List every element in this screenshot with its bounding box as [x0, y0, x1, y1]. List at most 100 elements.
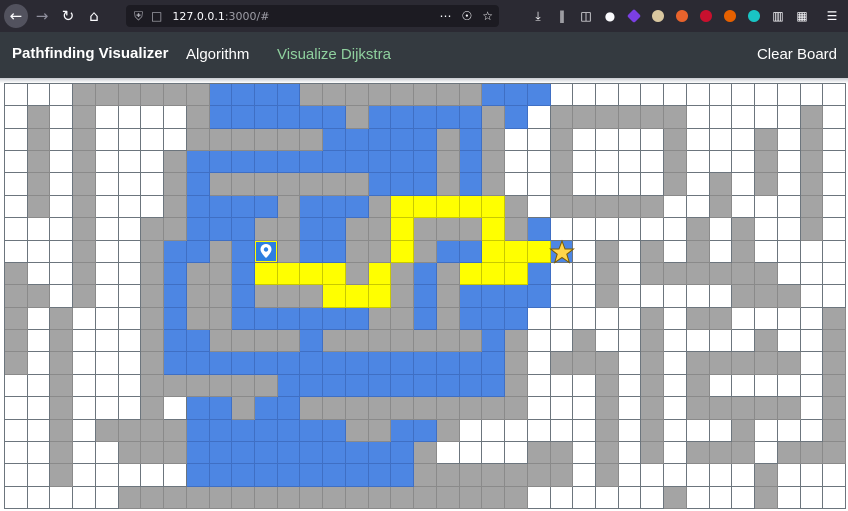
grid-cell-wall[interactable]	[709, 441, 733, 465]
grid-cell-empty[interactable]	[823, 464, 846, 487]
grid-cell-visited[interactable]	[255, 397, 278, 420]
grid-cell-visited[interactable]	[300, 374, 324, 398]
grid-cell-empty[interactable]	[595, 173, 619, 196]
grid-cell-empty[interactable]	[686, 464, 710, 487]
grid-cell-empty[interactable]	[527, 330, 551, 353]
grid-cell-visited[interactable]	[459, 173, 483, 196]
grid-cell-empty[interactable]	[573, 397, 596, 420]
grid-cell-wall[interactable]	[459, 486, 483, 509]
grid-cell-wall[interactable]	[686, 374, 710, 398]
grid-cell-wall[interactable]	[550, 352, 574, 375]
grid-cell-visited[interactable]	[255, 352, 278, 375]
grid-cell-empty[interactable]	[618, 352, 642, 375]
grid-cell-path[interactable]	[459, 195, 483, 219]
grid-cell-empty[interactable]	[5, 374, 28, 398]
grid-cell-wall[interactable]	[777, 352, 801, 375]
grid-cell-visited[interactable]	[300, 441, 324, 465]
grid-cell-wall[interactable]	[27, 195, 51, 219]
grid-cell-visited[interactable]	[436, 240, 460, 263]
grid-cell-empty[interactable]	[777, 173, 801, 196]
grid-cell-wall[interactable]	[505, 397, 528, 420]
grid-cell-wall[interactable]	[368, 84, 392, 107]
grid-cell-wall[interactable]	[436, 128, 460, 152]
grid-cell-wall[interactable]	[414, 441, 437, 465]
grid-cell-wall[interactable]	[414, 464, 437, 487]
grid-cell-empty[interactable]	[800, 240, 824, 263]
grid-cell-empty[interactable]	[709, 128, 733, 152]
grid-cell-wall[interactable]	[436, 464, 460, 487]
grid-cell-path[interactable]	[505, 240, 528, 263]
grid-cell-wall[interactable]	[5, 330, 28, 353]
grid-cell-empty[interactable]	[73, 352, 96, 375]
grid-cell-visited[interactable]	[277, 397, 301, 420]
grid-cell-wall[interactable]	[255, 173, 278, 196]
grid-cell-wall[interactable]	[27, 151, 51, 174]
grid-cell-empty[interactable]	[595, 151, 619, 174]
grid-cell-empty[interactable]	[527, 352, 551, 375]
grid-cell-empty[interactable]	[95, 352, 119, 375]
grid-cell-empty[interactable]	[505, 173, 528, 196]
grid-cell-empty[interactable]	[618, 218, 642, 241]
grid-cell-visited[interactable]	[232, 352, 256, 375]
grid-cell-wall[interactable]	[732, 419, 756, 442]
grid-cell-visited[interactable]	[186, 218, 210, 241]
grid-cell-visited[interactable]	[414, 106, 437, 129]
shield-icon[interactable]: ⛨	[134, 9, 143, 24]
grid-cell-empty[interactable]	[618, 84, 642, 107]
grid-cell-wall[interactable]	[573, 195, 596, 219]
grid-cell-wall[interactable]	[664, 151, 687, 174]
grid-cell-empty[interactable]	[50, 195, 74, 219]
grid-cell-visited[interactable]	[323, 374, 346, 398]
grid-cell-empty[interactable]	[95, 486, 119, 509]
grid-cell-wall[interactable]	[459, 330, 483, 353]
grid-cell-wall[interactable]	[277, 330, 301, 353]
grid-cell-wall[interactable]	[255, 374, 278, 398]
grid-cell-wall[interactable]	[368, 419, 392, 442]
grid-cell-wall[interactable]	[595, 441, 619, 465]
grid-cell-path[interactable]	[300, 262, 324, 286]
grid-cell-wall[interactable]	[505, 330, 528, 353]
grid-cell-visited[interactable]	[482, 285, 506, 308]
grid-cell-wall[interactable]	[368, 486, 392, 509]
grid-cell-visited[interactable]	[209, 151, 233, 174]
grid-cell-wall[interactable]	[527, 441, 551, 465]
pocket-icon[interactable]: ☉	[461, 9, 472, 23]
grid-cell-wall[interactable]	[255, 330, 278, 353]
grid-cell-visited[interactable]	[505, 106, 528, 129]
grid-cell-visited[interactable]	[527, 262, 551, 286]
grid-cell-empty[interactable]	[505, 128, 528, 152]
grid-cell-visited[interactable]	[323, 419, 346, 442]
grid-cell-empty[interactable]	[709, 419, 733, 442]
grid-cell-visited[interactable]	[186, 419, 210, 442]
grid-cell-empty[interactable]	[709, 330, 733, 353]
grid-cell-wall[interactable]	[414, 84, 437, 107]
grid-cell-empty[interactable]	[550, 218, 574, 241]
grid-cell-empty[interactable]	[686, 195, 710, 219]
grid-cell-empty[interactable]	[595, 218, 619, 241]
grid-cell-empty[interactable]	[164, 397, 187, 420]
grid-cell-empty[interactable]	[618, 240, 642, 263]
grid-cell-empty[interactable]	[823, 151, 846, 174]
grid-cell-wall[interactable]	[95, 84, 119, 107]
grid-cell-wall[interactable]	[686, 240, 710, 263]
grid-cell-empty[interactable]	[5, 173, 28, 196]
grid-cell-empty[interactable]	[732, 307, 756, 331]
download-icon[interactable]: ⤓	[526, 4, 550, 28]
grid-cell-visited[interactable]	[186, 464, 210, 487]
grid-cell-visited[interactable]	[277, 441, 301, 465]
back-icon[interactable]: ←	[4, 4, 28, 28]
grid-cell-empty[interactable]	[141, 128, 165, 152]
grid-cell-empty[interactable]	[5, 486, 28, 509]
grid-cell-path[interactable]	[323, 262, 346, 286]
grid-cell-empty[interactable]	[573, 464, 596, 487]
grid-cell-empty[interactable]	[95, 397, 119, 420]
grid-cell-empty[interactable]	[755, 419, 778, 442]
grid-cell-visited[interactable]	[482, 352, 506, 375]
library-icon[interactable]: ‖	[550, 4, 574, 28]
grid-cell-wall[interactable]	[732, 352, 756, 375]
grid-cell-wall[interactable]	[482, 173, 506, 196]
grid-cell-empty[interactable]	[709, 486, 733, 509]
grid-cell-visited[interactable]	[368, 352, 392, 375]
grid-cell-wall[interactable]	[50, 397, 74, 420]
grid-cell-empty[interactable]	[118, 464, 142, 487]
